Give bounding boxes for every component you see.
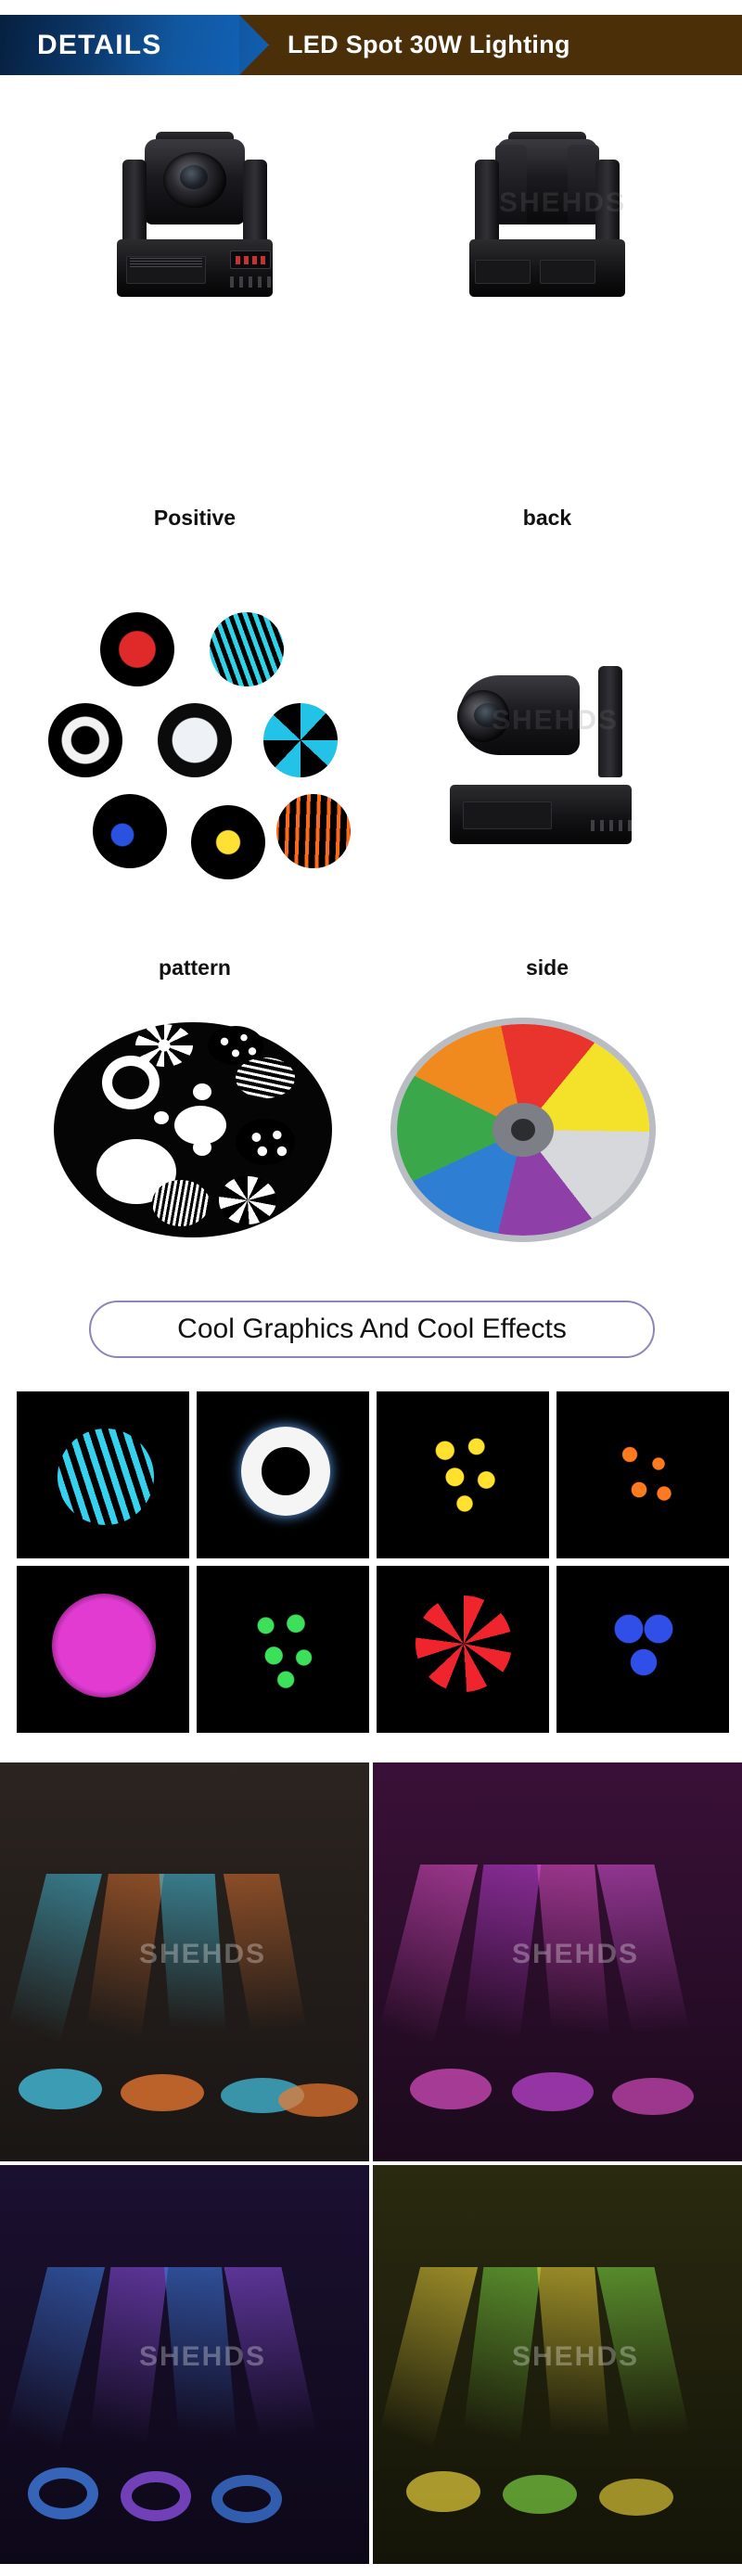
- gobo-swatch-0: [100, 612, 174, 686]
- gobo-swatch-1: [210, 612, 284, 686]
- banner-title-block: LED Spot 30W Lighting: [230, 15, 742, 75]
- fixture-front-view: [102, 130, 288, 297]
- product-photo-positive: [37, 121, 352, 297]
- caption-pattern: pattern: [159, 955, 231, 980]
- effect-tile-1: [197, 1391, 369, 1558]
- caption-back: back: [522, 506, 572, 530]
- stage-photo-3: SHEHDS: [373, 2165, 742, 2564]
- details-tag-label: DETAILS: [37, 29, 162, 60]
- cool-graphics-banner-text: Cool Graphics And Cool Effects: [177, 1314, 567, 1344]
- stage-photo-0: SHEHDS: [0, 1762, 369, 2161]
- gobo-wheel-photo: [37, 1011, 352, 1252]
- cool-graphics-banner: Cool Graphics And Cool Effects: [89, 1301, 655, 1358]
- details-banner: LED Spot 30W Lighting DETAILS: [0, 15, 742, 75]
- caption-side: side: [525, 955, 569, 980]
- banner-tag-block: DETAILS: [0, 15, 239, 75]
- fixture-back-view: [454, 130, 640, 297]
- page-title: LED Spot 30W Lighting: [288, 31, 570, 58]
- gobo-swatch-3: [158, 703, 232, 777]
- gobo-swatch-panel: [37, 603, 352, 900]
- effect-tile-2: [377, 1391, 549, 1558]
- gobo-wheel-disc: [54, 1022, 332, 1237]
- effect-tile-3: [556, 1391, 729, 1558]
- product-photo-back: SHEHDS: [390, 121, 705, 297]
- stage-photo-2: SHEHDS: [0, 2165, 369, 2564]
- color-wheel-photo: [371, 1011, 705, 1252]
- effect-tile-6: [377, 1566, 549, 1733]
- gobo-swatch-6: [191, 805, 265, 879]
- effect-tile-5: [197, 1566, 369, 1733]
- gobo-swatch-2: [48, 703, 122, 777]
- gobo-swatch-7: [276, 794, 351, 868]
- gobo-swatch-4: [263, 703, 338, 777]
- effect-tile-0: [17, 1391, 189, 1558]
- product-photo-side: SHEHDS: [390, 594, 705, 900]
- color-wheel-disc: [397, 1024, 649, 1236]
- fixture-side-view: [441, 631, 654, 844]
- gobo-swatch-5: [93, 794, 167, 868]
- effect-tile-7: [556, 1566, 729, 1733]
- caption-positive: Positive: [153, 506, 237, 530]
- effect-tile-4: [17, 1566, 189, 1733]
- stage-photo-1: SHEHDS: [373, 1762, 742, 2161]
